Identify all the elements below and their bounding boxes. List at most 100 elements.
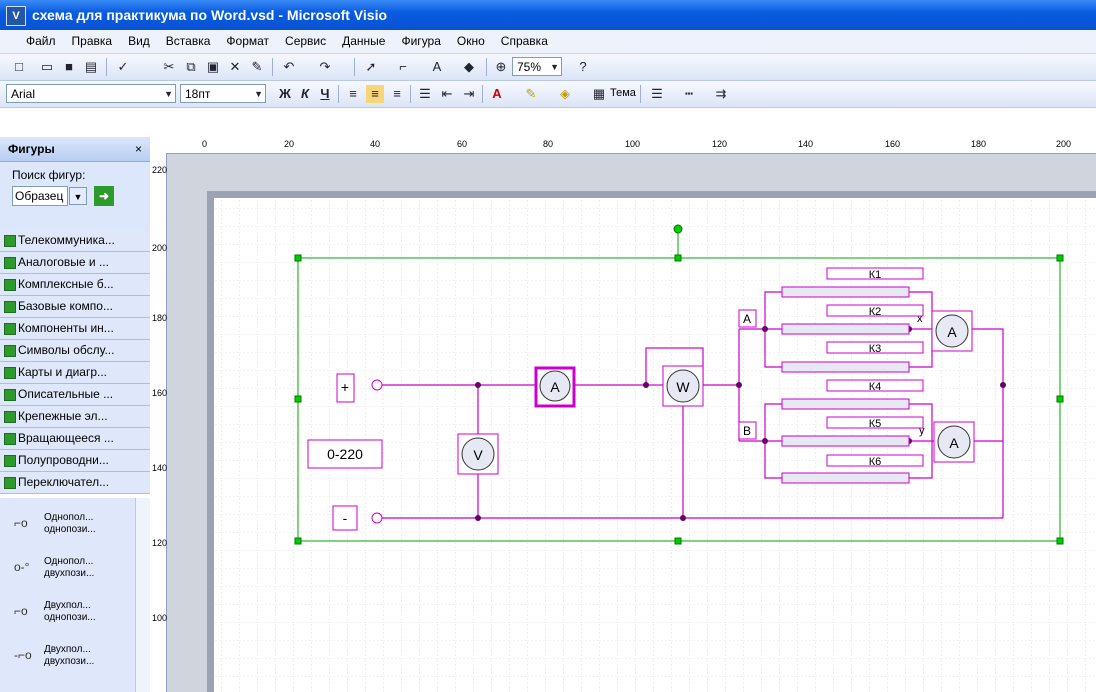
- fill-tool-icon[interactable]: ◆: [460, 58, 478, 76]
- theme-icon[interactable]: ▦: [590, 85, 608, 103]
- svg-text:К5: К5: [869, 418, 882, 430]
- stencil-item[interactable]: Базовые компо...: [0, 296, 150, 318]
- shapes-scrollbar[interactable]: [135, 498, 150, 692]
- shapes-panel: Фигуры × Поиск фигур: Образец ▼ ➜ Телеко…: [0, 137, 151, 692]
- spellcheck-icon[interactable]: ✓: [114, 58, 132, 76]
- line-ends-icon[interactable]: ⇉: [712, 85, 730, 103]
- stencil-item[interactable]: Вращающееся ...: [0, 428, 150, 450]
- menu-help[interactable]: Справка: [493, 30, 556, 52]
- menu-view[interactable]: Вид: [120, 30, 158, 52]
- stencil-item[interactable]: Компоненты ин...: [0, 318, 150, 340]
- new-icon[interactable]: □: [10, 58, 28, 76]
- standard-toolbar: □ ▭ ■ ▤ ✓ ✂ ⧉ ▣ ✕ ✎ ↶ ↷ ➚ ⌐ A ◆ ⊕ 75% ▼ ?: [0, 54, 1096, 81]
- delete-icon[interactable]: ✕: [226, 58, 244, 76]
- window-title: схема для практикума по Word.vsd - Micro…: [32, 7, 388, 23]
- shape-item[interactable]: ⌐o Двухпол... однопози...: [0, 594, 140, 634]
- ruler-label: 60: [457, 139, 468, 149]
- switch-icon: o-°: [14, 560, 30, 574]
- save-icon[interactable]: ■: [60, 58, 78, 76]
- stencil-item[interactable]: Переключател...: [0, 472, 150, 494]
- font-select[interactable]: Arial ▼: [6, 84, 176, 103]
- menu-shape[interactable]: Фигура: [393, 30, 448, 52]
- shape-item[interactable]: o-° Однопол... двухпози...: [0, 550, 140, 590]
- pan-zoom-icon[interactable]: ⊕: [492, 58, 510, 76]
- help-icon[interactable]: ?: [574, 58, 592, 76]
- menu-format[interactable]: Формат: [218, 30, 277, 52]
- drawing-canvas[interactable]: + - 0-220 A W V A A A B x у К1 К2 К3 К4 …: [167, 154, 1096, 692]
- align-center-icon[interactable]: ≡: [366, 85, 384, 103]
- stencil-icon: [4, 301, 16, 313]
- stencil-icon: [4, 279, 16, 291]
- shape-item[interactable]: -⌐o Двухпол... двухпози...: [0, 638, 140, 678]
- stencil-item[interactable]: Крепежные эл...: [0, 406, 150, 428]
- menu-file[interactable]: Файл: [0, 30, 64, 52]
- svg-text:К3: К3: [869, 343, 882, 355]
- format-painter-icon[interactable]: ✎: [248, 58, 266, 76]
- ruler-label: 180: [971, 139, 987, 149]
- menu-edit[interactable]: Правка: [64, 30, 121, 52]
- ruler-label: 200: [152, 243, 168, 253]
- visio-icon[interactable]: V: [6, 6, 26, 26]
- menu-data[interactable]: Данные: [334, 30, 393, 52]
- align-right-icon[interactable]: ≡: [388, 85, 406, 103]
- ruler-label: 0: [202, 139, 208, 149]
- search-label: Поиск фигур:: [12, 168, 86, 182]
- node-a-label: A: [743, 312, 751, 326]
- line-weight-icon[interactable]: ☰: [648, 85, 666, 103]
- close-icon[interactable]: ×: [135, 137, 142, 161]
- terminal-plus-icon[interactable]: [371, 379, 383, 391]
- ammeter-y-label: A: [949, 435, 959, 451]
- open-icon[interactable]: ▭: [38, 58, 56, 76]
- search-go-button[interactable]: ➜: [94, 186, 114, 206]
- menu-insert[interactable]: Вставка: [158, 30, 219, 52]
- shape-item[interactable]: ⌐o Однопол... однопози...: [0, 506, 140, 546]
- text-tool-icon[interactable]: A: [428, 58, 446, 76]
- outdent-icon[interactable]: ⇤: [438, 85, 456, 103]
- theme-label[interactable]: Тема: [610, 87, 636, 99]
- stencil-item[interactable]: Символы обслу...: [0, 340, 150, 362]
- stencil-item[interactable]: Описательные ...: [0, 384, 150, 406]
- ruler-label: 120: [152, 538, 168, 548]
- node-b-label: B: [743, 424, 751, 438]
- undo-icon[interactable]: ↶: [280, 58, 298, 76]
- stencil-icon: [4, 367, 16, 379]
- align-left-icon[interactable]: ≡: [344, 85, 362, 103]
- pointer-tool-icon[interactable]: ➚: [362, 58, 380, 76]
- stencil-item[interactable]: Аналоговые и ...: [0, 252, 150, 274]
- terminal-minus-icon[interactable]: [371, 512, 383, 524]
- fill-color-icon[interactable]: ◈: [556, 85, 574, 103]
- vertical-ruler[interactable]: 220 200 180 160 140 120 100: [150, 153, 167, 692]
- source-voltage-label: 0-220: [327, 446, 363, 462]
- diagram-svg[interactable]: + - 0-220 A W V A A A B x у К1 К2 К3 К4 …: [167, 154, 1096, 692]
- ruler-label: 40: [370, 139, 381, 149]
- italic-button[interactable]: К: [296, 85, 314, 103]
- bullets-icon[interactable]: ☰: [416, 85, 434, 103]
- copy-icon[interactable]: ⧉: [182, 58, 200, 76]
- voltmeter-label: V: [473, 447, 483, 463]
- cut-icon[interactable]: ✂: [160, 58, 178, 76]
- stencil-item[interactable]: Комплексные б...: [0, 274, 150, 296]
- stencil-item[interactable]: Полупроводни...: [0, 450, 150, 472]
- rotation-handle[interactable]: [673, 224, 683, 234]
- font-color-icon[interactable]: A: [488, 85, 506, 103]
- stencil-item[interactable]: Карты и диагр...: [0, 362, 150, 384]
- ruler-label: 180: [152, 313, 168, 323]
- horizontal-ruler[interactable]: 0 20 40 60 80 100 120 140 160 180 200: [150, 137, 1096, 154]
- print-icon[interactable]: ▤: [82, 58, 100, 76]
- stencil-item[interactable]: Телекоммуника...: [0, 230, 150, 252]
- font-size-select[interactable]: 18пт ▼: [180, 84, 266, 103]
- indent-icon[interactable]: ⇥: [460, 85, 478, 103]
- underline-button[interactable]: Ч: [316, 85, 334, 103]
- redo-icon[interactable]: ↷: [316, 58, 334, 76]
- zoom-select[interactable]: 75% ▼: [512, 57, 562, 76]
- connector-tool-icon[interactable]: ⌐: [394, 58, 412, 76]
- bold-button[interactable]: Ж: [276, 85, 294, 103]
- menu-tools[interactable]: Сервис: [277, 30, 334, 52]
- stencil-icon: [4, 389, 16, 401]
- menu-window[interactable]: Окно: [449, 30, 493, 52]
- paste-icon[interactable]: ▣: [204, 58, 222, 76]
- line-color-icon[interactable]: ✎: [522, 85, 540, 103]
- chevron-down-icon[interactable]: ▼: [69, 187, 87, 205]
- search-input[interactable]: Образец ▼: [12, 186, 87, 206]
- line-pattern-icon[interactable]: ┅: [680, 85, 698, 103]
